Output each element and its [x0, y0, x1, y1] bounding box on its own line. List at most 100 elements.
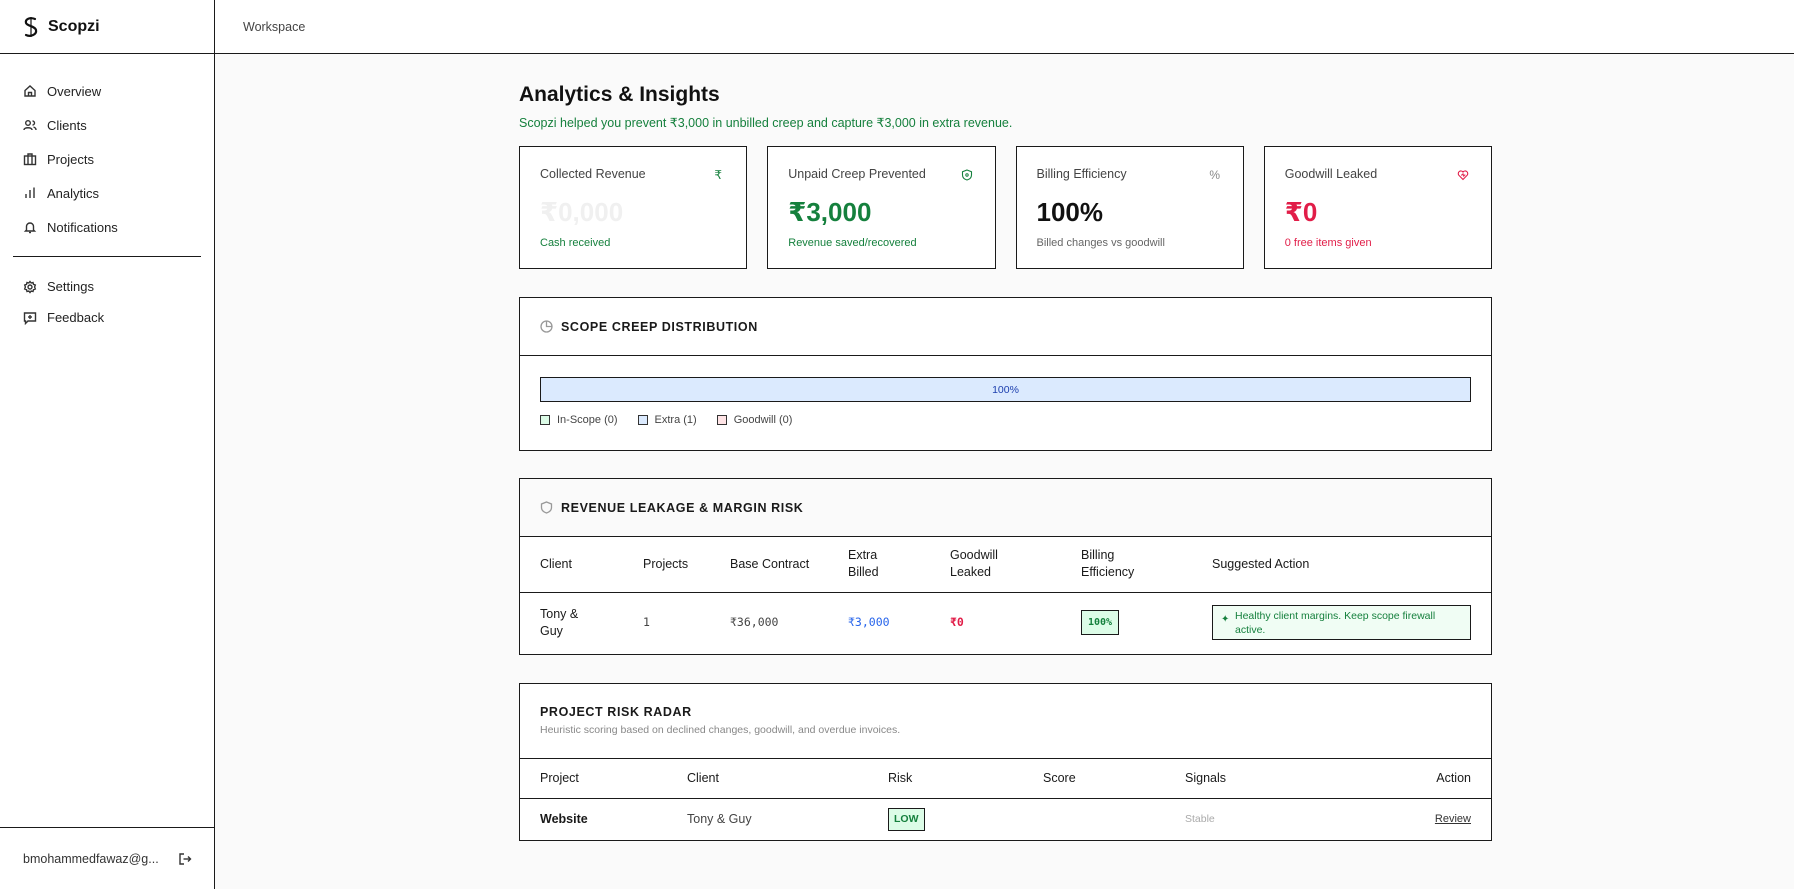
- cell-project: Website: [540, 811, 588, 826]
- cell-projects: 1: [643, 615, 650, 630]
- column-header: Goodwill Leaked: [950, 548, 998, 580]
- panel-header: PROJECT RISK RADAR Heuristic scoring bas…: [520, 684, 1491, 759]
- user-bar: bmohammedfawaz@g...: [0, 827, 214, 889]
- table-header-row: Project Client Risk Score Signals Action: [520, 759, 1491, 798]
- scope-creep-distribution-panel: SCOPE CREEP DISTRIBUTION 100% In-Scope (…: [519, 297, 1492, 451]
- column-header: Score: [1043, 770, 1076, 785]
- briefcase-icon: [23, 153, 37, 166]
- kpi-label: Collected Revenue: [540, 167, 646, 181]
- kpi-label: Unpaid Creep Prevented: [788, 167, 926, 181]
- sidebar-item-notifications[interactable]: Notifications: [0, 210, 214, 244]
- sidebar-item-analytics[interactable]: Analytics: [0, 176, 214, 210]
- page-title: Analytics & Insights: [519, 83, 720, 106]
- feedback-icon: [23, 311, 37, 325]
- cell-goodwill-leaked: ₹0: [950, 615, 964, 630]
- table-header-row: Client Projects Base Contract Extra Bill…: [520, 537, 1491, 592]
- distribution-bar-label: 100%: [992, 383, 1019, 396]
- sidebar-item-clients[interactable]: Clients: [0, 108, 214, 142]
- risk-badge: LOW: [888, 807, 925, 831]
- sidebar-item-projects[interactable]: Projects: [0, 142, 214, 176]
- table-row[interactable]: Website Tony & Guy LOW Stable Review: [520, 798, 1491, 840]
- sidebar-item-label: Analytics: [47, 185, 100, 201]
- kpi-value: ₹0,000: [540, 197, 624, 227]
- sidebar-item-label: Projects: [47, 151, 94, 167]
- top-header: Workspace: [215, 0, 1794, 54]
- legend-swatch: [637, 415, 648, 425]
- table-row[interactable]: Tony & Guy 1 ₹36,000 ₹3,000 ₹0 100% ✦ He…: [520, 592, 1491, 653]
- panel-title: PROJECT RISK RADAR: [540, 705, 692, 719]
- sidebar-nav: Overview Clients Projects Analytics Noti…: [0, 54, 214, 244]
- column-header: Extra Billed: [848, 548, 879, 580]
- sidebar-item-label: Feedback: [47, 310, 105, 325]
- panel-header: SCOPE CREEP DISTRIBUTION: [520, 298, 1491, 356]
- kpi-value: ₹0: [1284, 197, 1318, 227]
- brand[interactable]: Scopzi: [0, 0, 214, 54]
- cell-billing-efficiency: 100%: [1081, 592, 1212, 653]
- sparkle-icon: ✦: [1221, 614, 1230, 626]
- column-header: Suggested Action: [1212, 556, 1310, 571]
- cell-base-contract: ₹36,000: [730, 615, 779, 630]
- legend-item-goodwill: Goodwill (0): [716, 414, 793, 426]
- kpi-card-unpaid-creep: Unpaid Creep Prevented ₹3,000 Revenue sa…: [767, 146, 996, 269]
- rupee-icon: ₹: [714, 168, 723, 182]
- sidebar-item-label: Overview: [47, 83, 102, 99]
- risk-radar-table: Project Client Risk Score Signals Action…: [520, 759, 1491, 840]
- pie-chart-icon: [540, 320, 553, 333]
- sidebar-divider: [13, 256, 201, 257]
- kpi-caption: Billed changes vs goodwill: [1036, 237, 1165, 249]
- sidebar-item-settings[interactable]: Settings: [0, 271, 214, 302]
- kpi-value: 100%: [1036, 197, 1104, 227]
- kpi-card-collected-revenue: Collected Revenue ₹ ₹0,000 Cash received: [519, 146, 748, 269]
- sidebar: Scopzi Overview Clients Projects Analyti…: [0, 0, 215, 889]
- sidebar-item-feedback[interactable]: Feedback: [0, 302, 214, 333]
- distribution-legend: In-Scope (0) Extra (1) Goodwill (0): [540, 414, 1471, 426]
- suggested-action-box: ✦ Healthy client margins. Keep scope fir…: [1212, 605, 1471, 641]
- legend-swatch: [540, 415, 550, 425]
- shield-outline-icon: [540, 501, 553, 514]
- legend-item-in-scope: In-Scope (0): [540, 414, 618, 426]
- distribution-bar[interactable]: 100%: [540, 377, 1471, 402]
- kpi-cards: Collected Revenue ₹ ₹0,000 Cash received…: [519, 146, 1492, 269]
- panel-header: REVENUE LEAKAGE & MARGIN RISK: [520, 479, 1491, 537]
- review-link[interactable]: Review: [1435, 813, 1471, 825]
- panel-title: SCOPE CREEP DISTRIBUTION: [561, 319, 758, 334]
- leakage-table: Client Projects Base Contract Extra Bill…: [520, 537, 1491, 653]
- legend-label: Extra (1): [654, 414, 697, 426]
- kpi-caption: 0 free items given: [1284, 237, 1372, 249]
- bell-icon: [23, 222, 37, 234]
- column-header: Client: [540, 556, 572, 571]
- kpi-card-billing-efficiency: Billing Efficiency % 100% Billed changes…: [1015, 146, 1244, 269]
- kpi-caption: Cash received: [540, 237, 611, 249]
- column-header: Projects: [643, 556, 689, 571]
- revenue-leakage-panel: REVENUE LEAKAGE & MARGIN RISK Client Pro…: [519, 478, 1492, 655]
- sidebar-item-overview[interactable]: Overview: [0, 74, 214, 108]
- user-email: bmohammedfawaz@g...: [23, 851, 159, 866]
- legend-label: Goodwill (0): [733, 414, 793, 426]
- scopzi-logo-icon: [24, 16, 38, 37]
- column-header: Base Contract: [730, 556, 810, 571]
- panel-title: REVENUE LEAKAGE & MARGIN RISK: [561, 500, 804, 515]
- sidebar-item-label: Clients: [47, 117, 87, 133]
- column-header: Billing Efficiency: [1081, 548, 1135, 580]
- cell-client: Tony & Guy: [540, 606, 579, 638]
- column-header: Client: [687, 770, 719, 785]
- column-header: Action: [1436, 770, 1471, 785]
- bar-chart-icon: [25, 187, 35, 198]
- logout-icon[interactable]: [178, 852, 192, 866]
- column-header: Risk: [888, 770, 913, 785]
- legend-label: In-Scope (0): [557, 414, 618, 426]
- project-risk-radar-panel: PROJECT RISK RADAR Heuristic scoring bas…: [519, 683, 1492, 841]
- kpi-label: Goodwill Leaked: [1284, 167, 1378, 181]
- column-header: Project: [540, 770, 579, 785]
- cell-client: Tony & Guy: [687, 811, 752, 826]
- efficiency-badge: 100%: [1081, 610, 1120, 636]
- suggested-action-text: Healthy client margins. Keep scope firew…: [1235, 610, 1436, 637]
- cell-risk: LOW: [888, 798, 1043, 840]
- breadcrumb[interactable]: Workspace: [243, 20, 305, 34]
- shield-icon: [961, 169, 972, 181]
- kpi-caption: Revenue saved/recovered: [788, 237, 917, 249]
- home-icon: [24, 85, 36, 97]
- kpi-label: Billing Efficiency: [1036, 167, 1127, 181]
- column-header: Signals: [1185, 770, 1226, 785]
- cell-signals: Stable: [1185, 812, 1215, 825]
